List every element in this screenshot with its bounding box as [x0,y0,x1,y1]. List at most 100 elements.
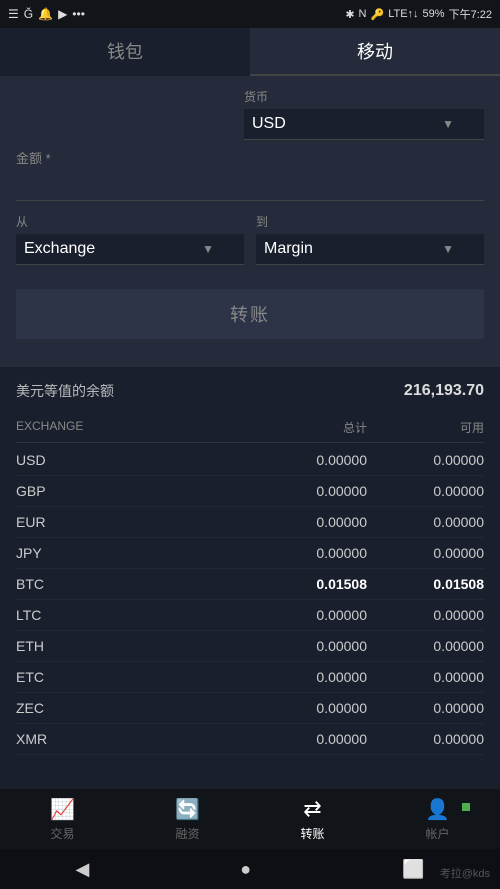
asset-available: 0.00000 [367,452,484,468]
table-row[interactable]: EUR 0.00000 0.00000 [16,507,484,538]
to-field: 到 Margin ▼ [256,213,484,265]
transfer-button[interactable]: 转账 [16,289,484,339]
nav-account[interactable]: 👤 帐户 [375,797,500,842]
menu-icon: ☰ [8,7,19,21]
transfer-btn-container: 转账 [16,281,484,355]
asset-total: 0.00000 [250,452,367,468]
asset-total: 0.00000 [250,514,367,530]
table-scroll-area[interactable]: USD 0.00000 0.00000 GBP 0.00000 0.00000 … [16,445,484,755]
table-row[interactable]: USD 0.00000 0.00000 [16,445,484,476]
nav-trade-label: 交易 [50,825,74,842]
balance-label: 美元等值的余额 [16,381,114,401]
asset-total: 0.00000 [250,545,367,561]
to-label: 到 [256,213,484,230]
table-row[interactable]: ETH 0.00000 0.00000 [16,631,484,662]
table-row[interactable]: ZEC 0.00000 0.00000 [16,693,484,724]
to-dropdown[interactable]: Margin ▼ [256,234,484,265]
asset-total: 0.00000 [250,638,367,654]
home-button[interactable]: ● [240,859,251,880]
balance-row: 美元等值的余额 216,193.70 [16,381,484,401]
table-row[interactable]: GBP 0.00000 0.00000 [16,476,484,507]
system-bar: ◀ ● ⬜ 考拉@kds [0,849,500,889]
amount-label: 金额 * [16,148,484,167]
bell-icon: 🔔 [38,7,53,21]
tab-mobile[interactable]: 移动 [250,28,500,76]
nav-transfer-label: 转账 [300,825,324,842]
dots: ••• [72,7,85,21]
online-dot [462,803,470,811]
balance-section: 美元等值的余额 216,193.70 EXCHANGE 总计 可用 USD 0.… [0,367,500,763]
amount-input[interactable] [16,171,484,192]
from-value: Exchange [24,240,95,258]
from-to-row: 从 Exchange ▼ 到 Margin ▼ [16,213,484,265]
asset-name: ETH [16,638,250,654]
table-row[interactable]: XMR 0.00000 0.00000 [16,724,484,755]
asset-available: 0.00000 [367,514,484,530]
transfer-icon: ⇄ [303,796,321,822]
asset-total: 0.00000 [250,483,367,499]
trade-icon: 📈 [50,797,75,822]
currency-label: 货币 [244,88,484,105]
nav-transfer[interactable]: ⇄ 转账 [250,796,375,842]
asset-available: 0.00000 [367,669,484,685]
currency-dropdown[interactable]: USD ▼ [244,109,484,140]
asset-available: 0.00000 [367,607,484,623]
table-row[interactable]: JPY 0.00000 0.00000 [16,538,484,569]
finance-icon: 🔄 [175,797,200,822]
amount-row: 金额 * [16,148,484,201]
table-row[interactable]: BTC 0.01508 0.01508 [16,569,484,600]
recent-button[interactable]: ⬜ [402,859,424,880]
assets-table: EXCHANGE 总计 可用 USD 0.00000 0.00000 GBP 0… [16,413,484,755]
from-dropdown[interactable]: Exchange ▼ [16,234,244,265]
nfc-icon: N [359,8,367,20]
asset-name: USD [16,452,250,468]
asset-available: 0.00000 [367,483,484,499]
nav-finance[interactable]: 🔄 融资 [125,797,250,842]
status-left-icons: ☰ Ğ 🔔 ▶ ••• [8,7,85,21]
bluetooth-icon: ✱ [345,8,354,21]
asset-total: 0.00000 [250,607,367,623]
asset-available: 0.00000 [367,700,484,716]
bottom-nav: 📈 交易 🔄 融资 ⇄ 转账 👤 帐户 [0,789,500,849]
status-bar: ☰ Ğ 🔔 ▶ ••• ✱ N 🔑 LTE↑↓ 59% 下午7:22 [0,0,500,28]
form-area: 货币 USD ▼ 金额 * 从 Exchange ▼ 到 Margin ▼ [0,76,500,367]
asset-name: BTC [16,576,250,592]
available-header: 可用 [367,419,484,436]
g-icon: Ğ [24,7,33,21]
asset-total: 0.01508 [250,576,367,592]
asset-name: XMR [16,731,250,747]
nav-finance-label: 融资 [175,825,199,842]
balance-value: 216,193.70 [404,382,484,400]
asset-name: GBP [16,483,250,499]
asset-total: 0.00000 [250,669,367,685]
nav-trade[interactable]: 📈 交易 [0,797,125,842]
account-icon: 👤 [425,797,450,822]
table-row[interactable]: LTC 0.00000 0.00000 [16,600,484,631]
currency-row: 货币 USD ▼ [16,88,484,140]
total-header: 总计 [250,419,367,436]
to-value: Margin [264,240,313,258]
currency-field: 货币 USD ▼ [244,88,484,140]
status-right-icons: ✱ N 🔑 LTE↑↓ 59% 下午7:22 [345,6,492,22]
asset-available: 0.01508 [367,576,484,592]
from-label: 从 [16,213,244,230]
from-field: 从 Exchange ▼ [16,213,244,265]
asset-name: JPY [16,545,250,561]
tab-wallet[interactable]: 钱包 [0,28,250,76]
back-button[interactable]: ◀ [75,859,89,880]
section-label: EXCHANGE [16,419,250,436]
table-row[interactable]: ETC 0.00000 0.00000 [16,662,484,693]
key-icon: 🔑 [370,8,384,21]
top-tab-bar: 钱包 移动 [0,28,500,76]
asset-available: 0.00000 [367,731,484,747]
battery-level: 59% [423,8,445,20]
watermark: 考拉@kds [440,865,490,881]
lte-indicator: LTE↑↓ [388,8,418,20]
from-arrow-icon: ▼ [202,242,214,256]
asset-name: LTC [16,607,250,623]
currency-arrow-icon: ▼ [442,117,454,131]
asset-name: ETC [16,669,250,685]
nav-account-label: 帐户 [425,825,449,842]
asset-total: 0.00000 [250,731,367,747]
asset-name: ZEC [16,700,250,716]
